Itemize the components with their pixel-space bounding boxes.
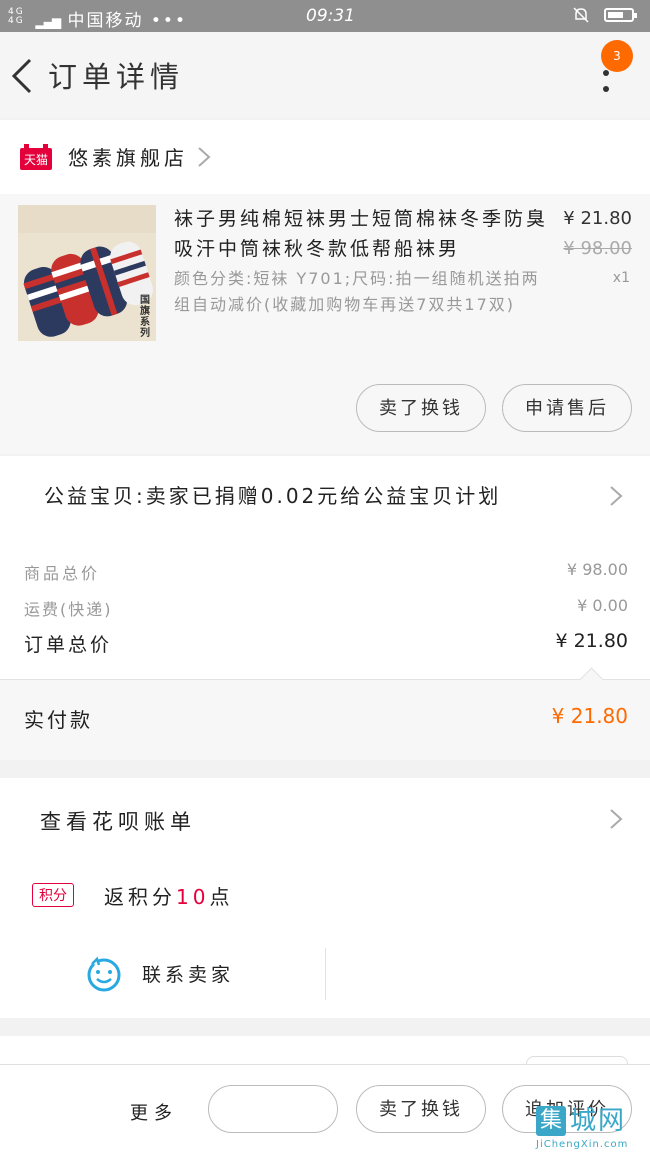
vertical-divider xyxy=(325,948,326,1000)
resell-button[interactable]: 卖了换钱 xyxy=(356,384,486,432)
contact-seller-label[interactable]: 联系卖家 xyxy=(142,960,234,987)
site-watermark: 集 城网 JiChengXin.com xyxy=(536,1106,648,1154)
watermark-text: 城网 xyxy=(570,1106,627,1136)
original-price: ¥ 98.00 xyxy=(563,238,632,259)
goods-total-row: 商品总价 ¥ 98.00 xyxy=(24,560,628,586)
image-caption: 国旗系列 xyxy=(140,295,150,339)
battery-fill xyxy=(608,12,624,18)
status-left: 4G 4G ▂▄▆ 中国移动 ••• xyxy=(8,6,187,32)
shipping-label: 运费(快递) xyxy=(24,600,113,619)
tmall-icon: 天猫 xyxy=(20,144,52,170)
chevron-right-icon xyxy=(198,147,211,167)
watermark-box: 集 xyxy=(536,1106,566,1136)
status-bar: 4G 4G ▂▄▆ 中国移动 ••• 09:31 xyxy=(0,0,650,32)
points-text: 返积分10点 xyxy=(104,881,233,910)
order-total-value: ¥ 21.80 xyxy=(555,630,628,652)
more-dots-icon[interactable] xyxy=(596,64,616,124)
store-row[interactable]: 天猫 悠素旗舰店 xyxy=(0,120,650,194)
clock: 09:31 xyxy=(306,6,355,26)
after-sale-button[interactable]: 申请售后 xyxy=(502,384,632,432)
chevron-right-icon xyxy=(610,486,623,506)
points-number: 10 xyxy=(176,885,210,909)
status-dots: ••• xyxy=(150,11,187,31)
footer-resell-button[interactable]: 卖了换钱 xyxy=(356,1085,486,1133)
smiley-chat-icon[interactable] xyxy=(86,956,122,992)
menu-dot xyxy=(603,86,609,92)
socks-illustration xyxy=(18,205,156,341)
product-price: ¥ 21.80 xyxy=(563,208,632,229)
mute-bell-icon xyxy=(572,6,590,28)
order-total-row: 订单总价 ¥ 21.80 xyxy=(24,630,628,660)
empty-action-button[interactable] xyxy=(208,1085,338,1133)
header-bar: 订单详情 3 xyxy=(0,32,650,118)
battery-icon xyxy=(604,8,637,22)
signal-icon: ▂▄▆ xyxy=(35,15,61,29)
network-indicator: 4G 4G xyxy=(8,7,25,26)
goods-total-label: 商品总价 xyxy=(24,564,101,583)
charity-row[interactable]: 公益宝贝:卖家已捐赠0.02元给公益宝贝计划 xyxy=(0,456,650,538)
paid-value: ¥ 21.80 xyxy=(551,704,628,728)
watermark-url: JiChengXin.com xyxy=(536,1139,629,1150)
points-prefix: 返积分 xyxy=(104,885,176,909)
points-suffix: 点 xyxy=(209,885,234,909)
back-arrow-icon[interactable] xyxy=(8,56,38,96)
huabei-label: 查看花呗账单 xyxy=(40,810,196,834)
extras-card: 查看花呗账单 积分 返积分10点 联系卖家 xyxy=(0,778,650,1018)
product-image[interactable]: 国旗系列 xyxy=(18,205,156,341)
product-card[interactable]: 国旗系列 袜子男纯棉短袜男士短筒棉袜冬季防臭吸汗中筒袜秋冬款低帮船袜男 颜色分类… xyxy=(0,194,650,454)
store-name: 悠素旗舰店 xyxy=(68,146,188,170)
shipping-row: 运费(快递) ¥ 0.00 xyxy=(24,596,628,622)
chevron-right-icon xyxy=(610,809,623,829)
charity-text: 公益宝贝:卖家已捐赠0.02元给公益宝贝计划 xyxy=(44,484,502,508)
carrier-name: 中国移动 xyxy=(67,11,144,31)
paid-label: 实付款 xyxy=(24,708,93,732)
page-title: 订单详情 xyxy=(48,60,185,94)
paid-row: 实付款 ¥ 21.80 xyxy=(0,680,650,760)
more-button[interactable]: 更多 xyxy=(130,1099,178,1125)
shipping-value: ¥ 0.00 xyxy=(577,596,628,615)
tmall-icon-text: 天猫 xyxy=(24,153,48,167)
product-title[interactable]: 袜子男纯棉短袜男士短筒棉袜冬季防臭吸汗中筒袜秋冬款低帮船袜男 xyxy=(174,204,554,264)
goods-total-value: ¥ 98.00 xyxy=(566,560,628,579)
quantity: x1 xyxy=(612,270,630,286)
huabei-row[interactable]: 查看花呗账单 xyxy=(0,778,650,858)
next-card-peek xyxy=(0,1036,650,1067)
points-badge: 积分 xyxy=(32,883,74,907)
menu-dot xyxy=(603,70,609,76)
notification-badge: 3 xyxy=(601,40,633,72)
order-total-label: 订单总价 xyxy=(24,634,113,656)
product-spec: 颜色分类:短袜 Y701;尺码:拍一组随机送拍两组自动减价(收藏加购物车再送7双… xyxy=(174,269,540,314)
